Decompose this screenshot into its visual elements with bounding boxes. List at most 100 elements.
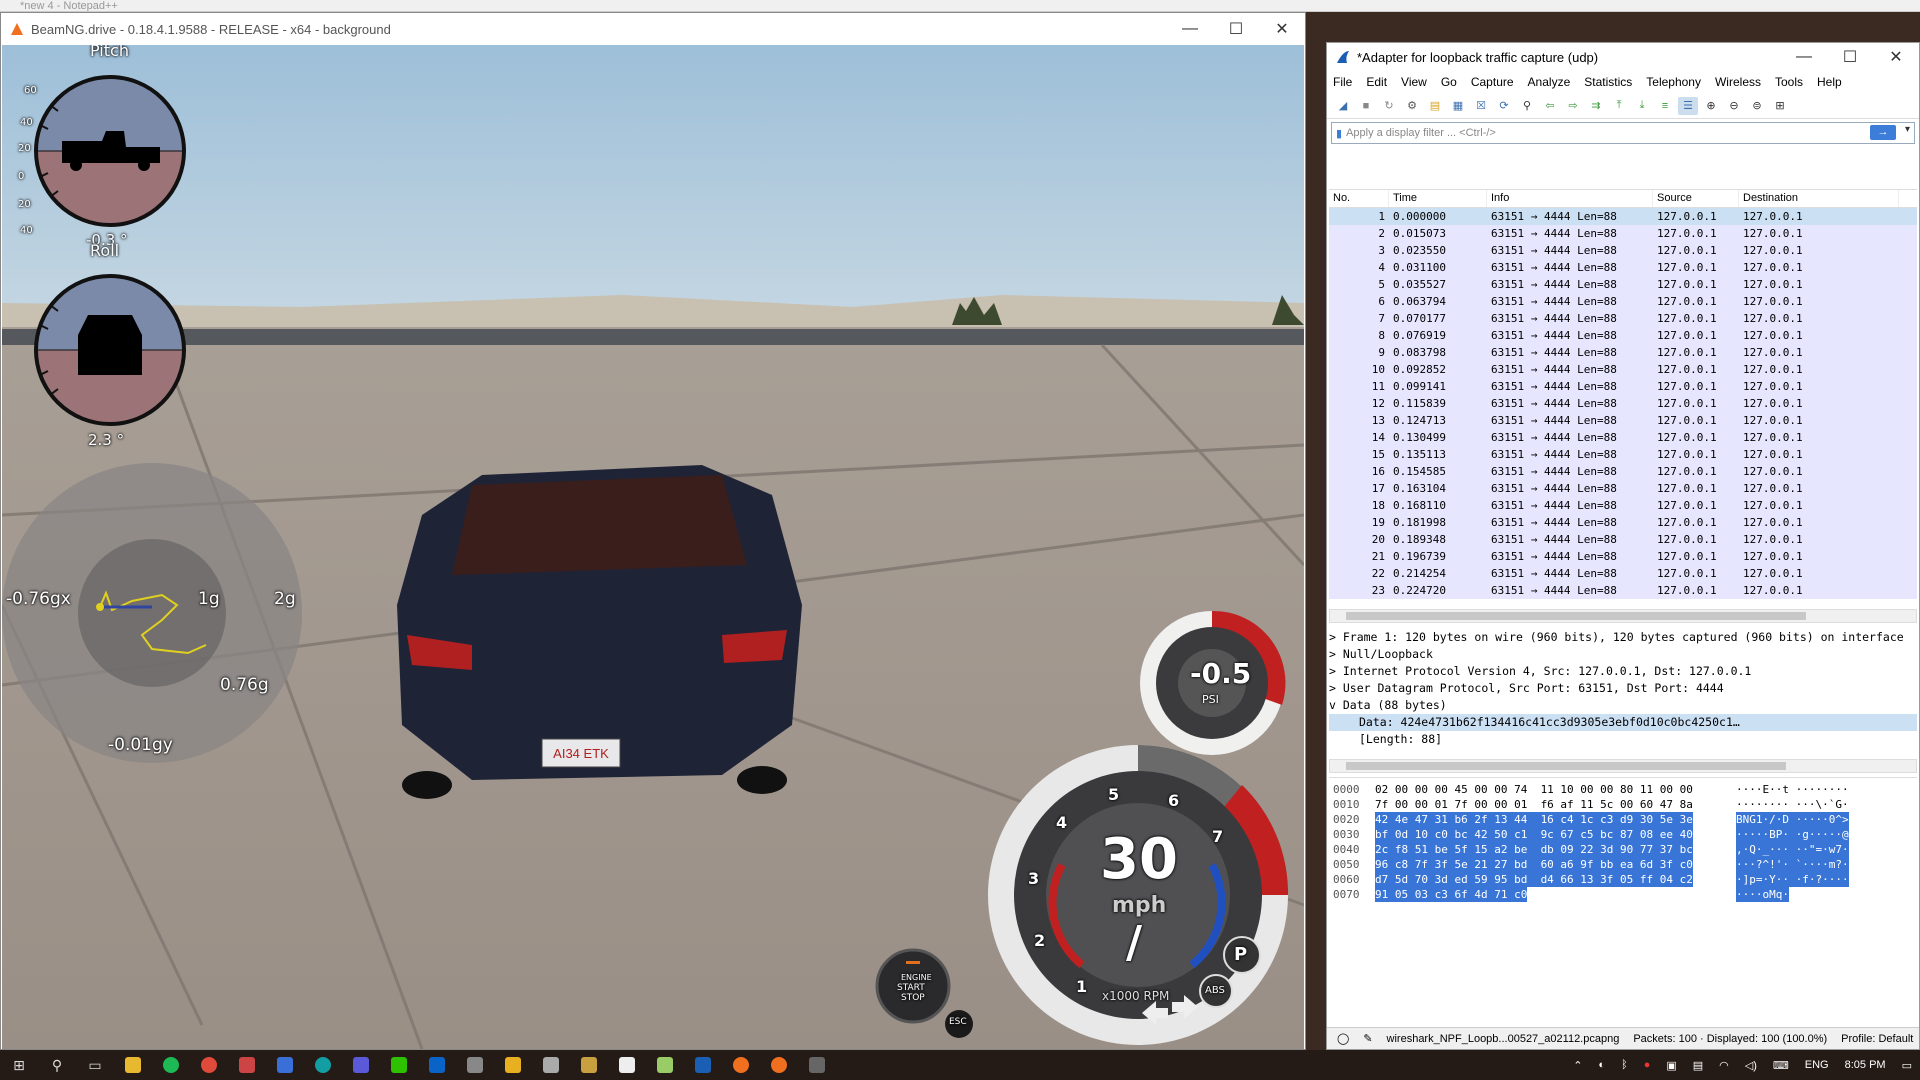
app-icon[interactable] — [494, 1050, 532, 1080]
game-viewport[interactable]: AI34 ETK Pitch -0.3 ° Roll 2.3 ° 60 40 2… — [2, 45, 1304, 1049]
display-filter-input[interactable]: ▮ Apply a display filter ... <Ctrl-/> → … — [1331, 122, 1915, 144]
search-icon[interactable]: ⚲ — [38, 1050, 76, 1080]
restart-capture-icon[interactable]: ↻ — [1379, 97, 1399, 115]
menu-file[interactable]: File — [1333, 75, 1352, 89]
col-no[interactable]: No. — [1329, 190, 1389, 207]
packet-row[interactable]: 7 0.070177 63151 → 4444 Len=88 127.0.0.1 127… — [1329, 310, 1917, 327]
packet-row[interactable]: 21 0.196739 63151 → 4444 Len=88 127.0.0.1 12… — [1329, 548, 1917, 565]
packet-row[interactable]: 11 0.099141 63151 → 4444 Len=88 127.0.0.1 12… — [1329, 378, 1917, 395]
menu-help[interactable]: Help — [1817, 75, 1842, 89]
capture-options-icon[interactable]: ⚙ — [1402, 97, 1422, 115]
packet-row[interactable]: 19 0.181998 63151 → 4444 Len=88 127.0.0.1 12… — [1329, 514, 1917, 531]
hex-row[interactable]: 0050 96 c8 7f 3f 5e 21 27 bd 60 a6 9f bb … — [1329, 857, 1917, 872]
outlook-icon[interactable] — [418, 1050, 456, 1080]
packet-list[interactable]: No. Time Info Source Destination 1 0.0000… — [1329, 189, 1917, 607]
tray-app-icon[interactable]: ◐ — [1598, 1059, 1605, 1071]
packet-bytes-pane[interactable]: 0000 02 00 00 00 45 00 00 74 11 10 00 00 … — [1329, 777, 1917, 1017]
col-source[interactable]: Source — [1653, 190, 1739, 207]
language-indicator[interactable]: ENG — [1805, 1059, 1829, 1071]
calculator-icon[interactable] — [798, 1050, 836, 1080]
packet-row[interactable]: 18 0.168110 63151 → 4444 Len=88 127.0.0.1 12… — [1329, 497, 1917, 514]
app-icon[interactable] — [266, 1050, 304, 1080]
resize-columns-icon[interactable]: ⊞ — [1770, 97, 1790, 115]
col-info[interactable]: Info — [1487, 190, 1653, 207]
go-back-icon[interactable]: ⇦ — [1540, 97, 1560, 115]
menu-capture[interactable]: Capture — [1471, 75, 1514, 89]
packet-row[interactable]: 14 0.130499 63151 → 4444 Len=88 127.0.0.1 12… — [1329, 429, 1917, 446]
packet-row[interactable]: 6 0.063794 63151 → 4444 Len=88 127.0.0.1 127… — [1329, 293, 1917, 310]
clock[interactable]: 8:05 PM — [1845, 1059, 1886, 1071]
capture-comment-icon[interactable]: ✎ — [1363, 1032, 1372, 1045]
apply-filter-button[interactable]: → — [1870, 125, 1896, 140]
chrome-icon[interactable] — [190, 1050, 228, 1080]
filter-history-dropdown-icon[interactable]: ▾ — [1905, 124, 1910, 135]
minimize-button[interactable]: — — [1781, 41, 1827, 73]
app-icon[interactable] — [570, 1050, 608, 1080]
wireshark-icon[interactable] — [684, 1050, 722, 1080]
hex-row[interactable]: 0010 7f 00 00 01 7f 00 00 01 f6 af 11 5c … — [1329, 797, 1917, 812]
spotify-icon[interactable] — [152, 1050, 190, 1080]
hex-row[interactable]: 0040 2c f8 51 be 5f 15 a2 be db 09 22 3d … — [1329, 842, 1917, 857]
menu-go[interactable]: Go — [1441, 75, 1457, 89]
detail-data-value[interactable]: Data: 424e4731b62f134416c41cc3d9305e3ebf… — [1329, 714, 1917, 731]
details-hscrollbar[interactable] — [1329, 759, 1917, 773]
bookmark-icon[interactable]: ▮ — [1336, 127, 1342, 140]
volume-icon[interactable]: ◁) — [1745, 1059, 1757, 1072]
packet-row[interactable]: 12 0.115839 63151 → 4444 Len=88 127.0.0.1 12… — [1329, 395, 1917, 412]
detail-ipv4[interactable]: > Internet Protocol Version 4, Src: 127.… — [1329, 663, 1917, 680]
last-packet-icon[interactable]: ⤓ — [1632, 97, 1652, 115]
packet-details-tree[interactable]: > Frame 1: 120 bytes on wire (960 bits),… — [1329, 629, 1917, 757]
packet-row[interactable]: 17 0.163104 63151 → 4444 Len=88 127.0.0.1 12… — [1329, 480, 1917, 497]
go-to-packet-icon[interactable]: ⇉ — [1586, 97, 1606, 115]
close-file-icon[interactable]: ☒ — [1471, 97, 1491, 115]
app-icon[interactable] — [532, 1050, 570, 1080]
detail-data-length[interactable]: [Length: 88] — [1329, 731, 1917, 748]
hex-row[interactable]: 0000 02 00 00 00 45 00 00 74 11 10 00 00 … — [1329, 782, 1917, 797]
colorize-icon[interactable]: ☰ — [1678, 96, 1698, 115]
status-profile[interactable]: Profile: Default — [1841, 1033, 1913, 1045]
packet-row[interactable]: 5 0.035527 63151 → 4444 Len=88 127.0.0.1 127… — [1329, 276, 1917, 293]
bluetooth-icon[interactable]: ᛒ — [1621, 1059, 1628, 1071]
packet-row[interactable]: 4 0.031100 63151 → 4444 Len=88 127.0.0.1 127… — [1329, 259, 1917, 276]
packet-row[interactable]: 1 0.000000 63151 → 4444 Len=88 127.0.0.1 127… — [1329, 208, 1917, 225]
task-view-icon[interactable]: ▭ — [76, 1050, 114, 1080]
app-icon[interactable] — [646, 1050, 684, 1080]
menu-tools[interactable]: Tools — [1775, 75, 1803, 89]
packet-row[interactable]: 2 0.015073 63151 → 4444 Len=88 127.0.0.1 127… — [1329, 225, 1917, 242]
expert-info-icon[interactable]: ◯ — [1337, 1032, 1349, 1045]
packet-row[interactable]: 20 0.189348 63151 → 4444 Len=88 127.0.0.1 12… — [1329, 531, 1917, 548]
app-icon[interactable] — [456, 1050, 494, 1080]
start-capture-icon[interactable]: ◢ — [1333, 97, 1353, 115]
app-icon[interactable] — [228, 1050, 266, 1080]
save-file-icon[interactable]: ▦ — [1448, 97, 1468, 115]
tray-app-icon[interactable]: ▣ — [1666, 1059, 1676, 1072]
beamng-icon[interactable] — [760, 1050, 798, 1080]
file-explorer-icon[interactable] — [114, 1050, 152, 1080]
menu-analyze[interactable]: Analyze — [1528, 75, 1571, 89]
packet-row[interactable]: 23 0.224720 63151 → 4444 Len=88 127.0.0.1 12… — [1329, 582, 1917, 599]
hex-row[interactable]: 0020 42 4e 47 31 b6 2f 13 44 16 c4 1c c3 … — [1329, 812, 1917, 827]
app-icon[interactable] — [342, 1050, 380, 1080]
close-button[interactable]: ✕ — [1259, 13, 1305, 45]
stop-capture-icon[interactable]: ■ — [1356, 97, 1376, 115]
detail-null-loopback[interactable]: > Null/Loopback — [1329, 646, 1917, 663]
menu-wireless[interactable]: Wireless — [1715, 75, 1761, 89]
detail-udp[interactable]: > User Datagram Protocol, Src Port: 6315… — [1329, 680, 1917, 697]
packet-list-hscrollbar[interactable] — [1329, 609, 1917, 623]
tray-overflow-icon[interactable]: ⌃ — [1573, 1059, 1582, 1072]
notifications-icon[interactable]: ▭ — [1902, 1059, 1912, 1072]
zoom-reset-icon[interactable]: ⊜ — [1747, 97, 1767, 115]
menu-statistics[interactable]: Statistics — [1584, 75, 1632, 89]
col-time[interactable]: Time — [1389, 190, 1487, 207]
packet-row[interactable]: 13 0.124713 63151 → 4444 Len=88 127.0.0.1 12… — [1329, 412, 1917, 429]
menu-view[interactable]: View — [1401, 75, 1427, 89]
arduino-icon[interactable] — [304, 1050, 342, 1080]
wechat-icon[interactable] — [380, 1050, 418, 1080]
tray-app-icon[interactable]: ● — [1644, 1059, 1651, 1071]
maximize-button[interactable]: ☐ — [1213, 13, 1259, 45]
keyboard-icon[interactable]: ⌨ — [1773, 1059, 1789, 1072]
first-packet-icon[interactable]: ⤒ — [1609, 97, 1629, 115]
go-forward-icon[interactable]: ⇨ — [1563, 97, 1583, 115]
hex-row[interactable]: 0030 bf 0d 10 c0 bc 42 50 c1 9c 67 c5 bc … — [1329, 827, 1917, 842]
tray-app-icon[interactable]: ▤ — [1693, 1059, 1703, 1072]
